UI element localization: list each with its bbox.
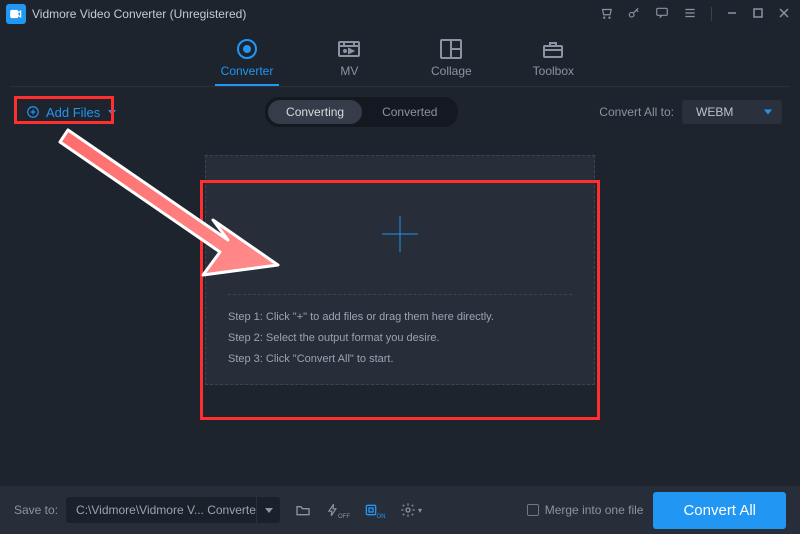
main-tabs: Converter MV Collage Toolbox [0, 28, 800, 86]
checkbox-icon [527, 504, 539, 516]
add-files-area[interactable] [228, 174, 572, 295]
drop-zone[interactable]: Step 1: Click "+" to add files or drag t… [205, 155, 595, 385]
app-logo [6, 4, 26, 24]
save-to-label: Save to: [14, 503, 58, 517]
bottom-bar: Save to: C:\Vidmore\Vidmore V... Convert… [0, 486, 800, 534]
tab-label: Converter [221, 64, 274, 78]
hardware-accel-off-button[interactable]: OFF [326, 497, 352, 523]
feedback-icon[interactable] [655, 6, 669, 23]
menu-icon[interactable] [683, 6, 697, 23]
add-files-button[interactable]: Add Files [18, 101, 124, 124]
add-files-label: Add Files [46, 105, 100, 120]
convert-all-to: Convert All to: WEBM [599, 100, 782, 124]
close-button[interactable] [778, 7, 790, 22]
toolbox-icon [540, 38, 566, 60]
converter-icon [234, 38, 260, 60]
chevron-down-icon [108, 110, 116, 115]
subtab-converting[interactable]: Converting [268, 100, 362, 124]
convert-all-button[interactable]: Convert All [653, 492, 786, 529]
plus-circle-icon [26, 105, 40, 119]
tab-label: Toolbox [533, 64, 574, 78]
mv-icon [336, 38, 362, 60]
merge-checkbox[interactable]: Merge into one file [527, 503, 644, 517]
settings-button[interactable]: ▾ [398, 497, 424, 523]
save-path-select[interactable]: C:\Vidmore\Vidmore V... Converter\Conver… [66, 497, 280, 523]
titlebar: Vidmore Video Converter (Unregistered) [0, 0, 800, 28]
tab-label: Collage [431, 64, 472, 78]
tab-label: MV [340, 64, 358, 78]
conversion-status-tabs: Converting Converted [265, 97, 458, 127]
subtab-converted[interactable]: Converted [364, 100, 455, 124]
convert-all-to-label: Convert All to: [599, 105, 674, 119]
step-text: Step 2: Select the output format you des… [228, 328, 572, 349]
tab-collage[interactable]: Collage [425, 38, 477, 86]
open-folder-button[interactable] [290, 497, 316, 523]
tab-converter[interactable]: Converter [221, 38, 274, 86]
output-format-select[interactable]: WEBM [682, 100, 782, 124]
merge-label: Merge into one file [545, 503, 644, 517]
toolbar: Add Files Converting Converted Convert A… [0, 87, 800, 137]
save-path-value: C:\Vidmore\Vidmore V... Converter\Conver… [66, 497, 256, 523]
collage-icon [438, 38, 464, 60]
hardware-accel-on-button[interactable]: ON [362, 497, 388, 523]
minimize-button[interactable] [726, 7, 738, 22]
chevron-down-icon[interactable] [256, 497, 280, 523]
app-title: Vidmore Video Converter (Unregistered) [32, 7, 246, 21]
cart-icon[interactable] [599, 6, 613, 23]
instructions: Step 1: Click "+" to add files or drag t… [228, 307, 572, 370]
tab-mv[interactable]: MV [323, 38, 375, 86]
maximize-button[interactable] [752, 7, 764, 22]
key-icon[interactable] [627, 6, 641, 23]
step-text: Step 3: Click "Convert All" to start. [228, 349, 572, 370]
tab-toolbox[interactable]: Toolbox [527, 38, 579, 86]
step-text: Step 1: Click "+" to add files or drag t… [228, 307, 572, 328]
plus-icon [382, 216, 418, 252]
